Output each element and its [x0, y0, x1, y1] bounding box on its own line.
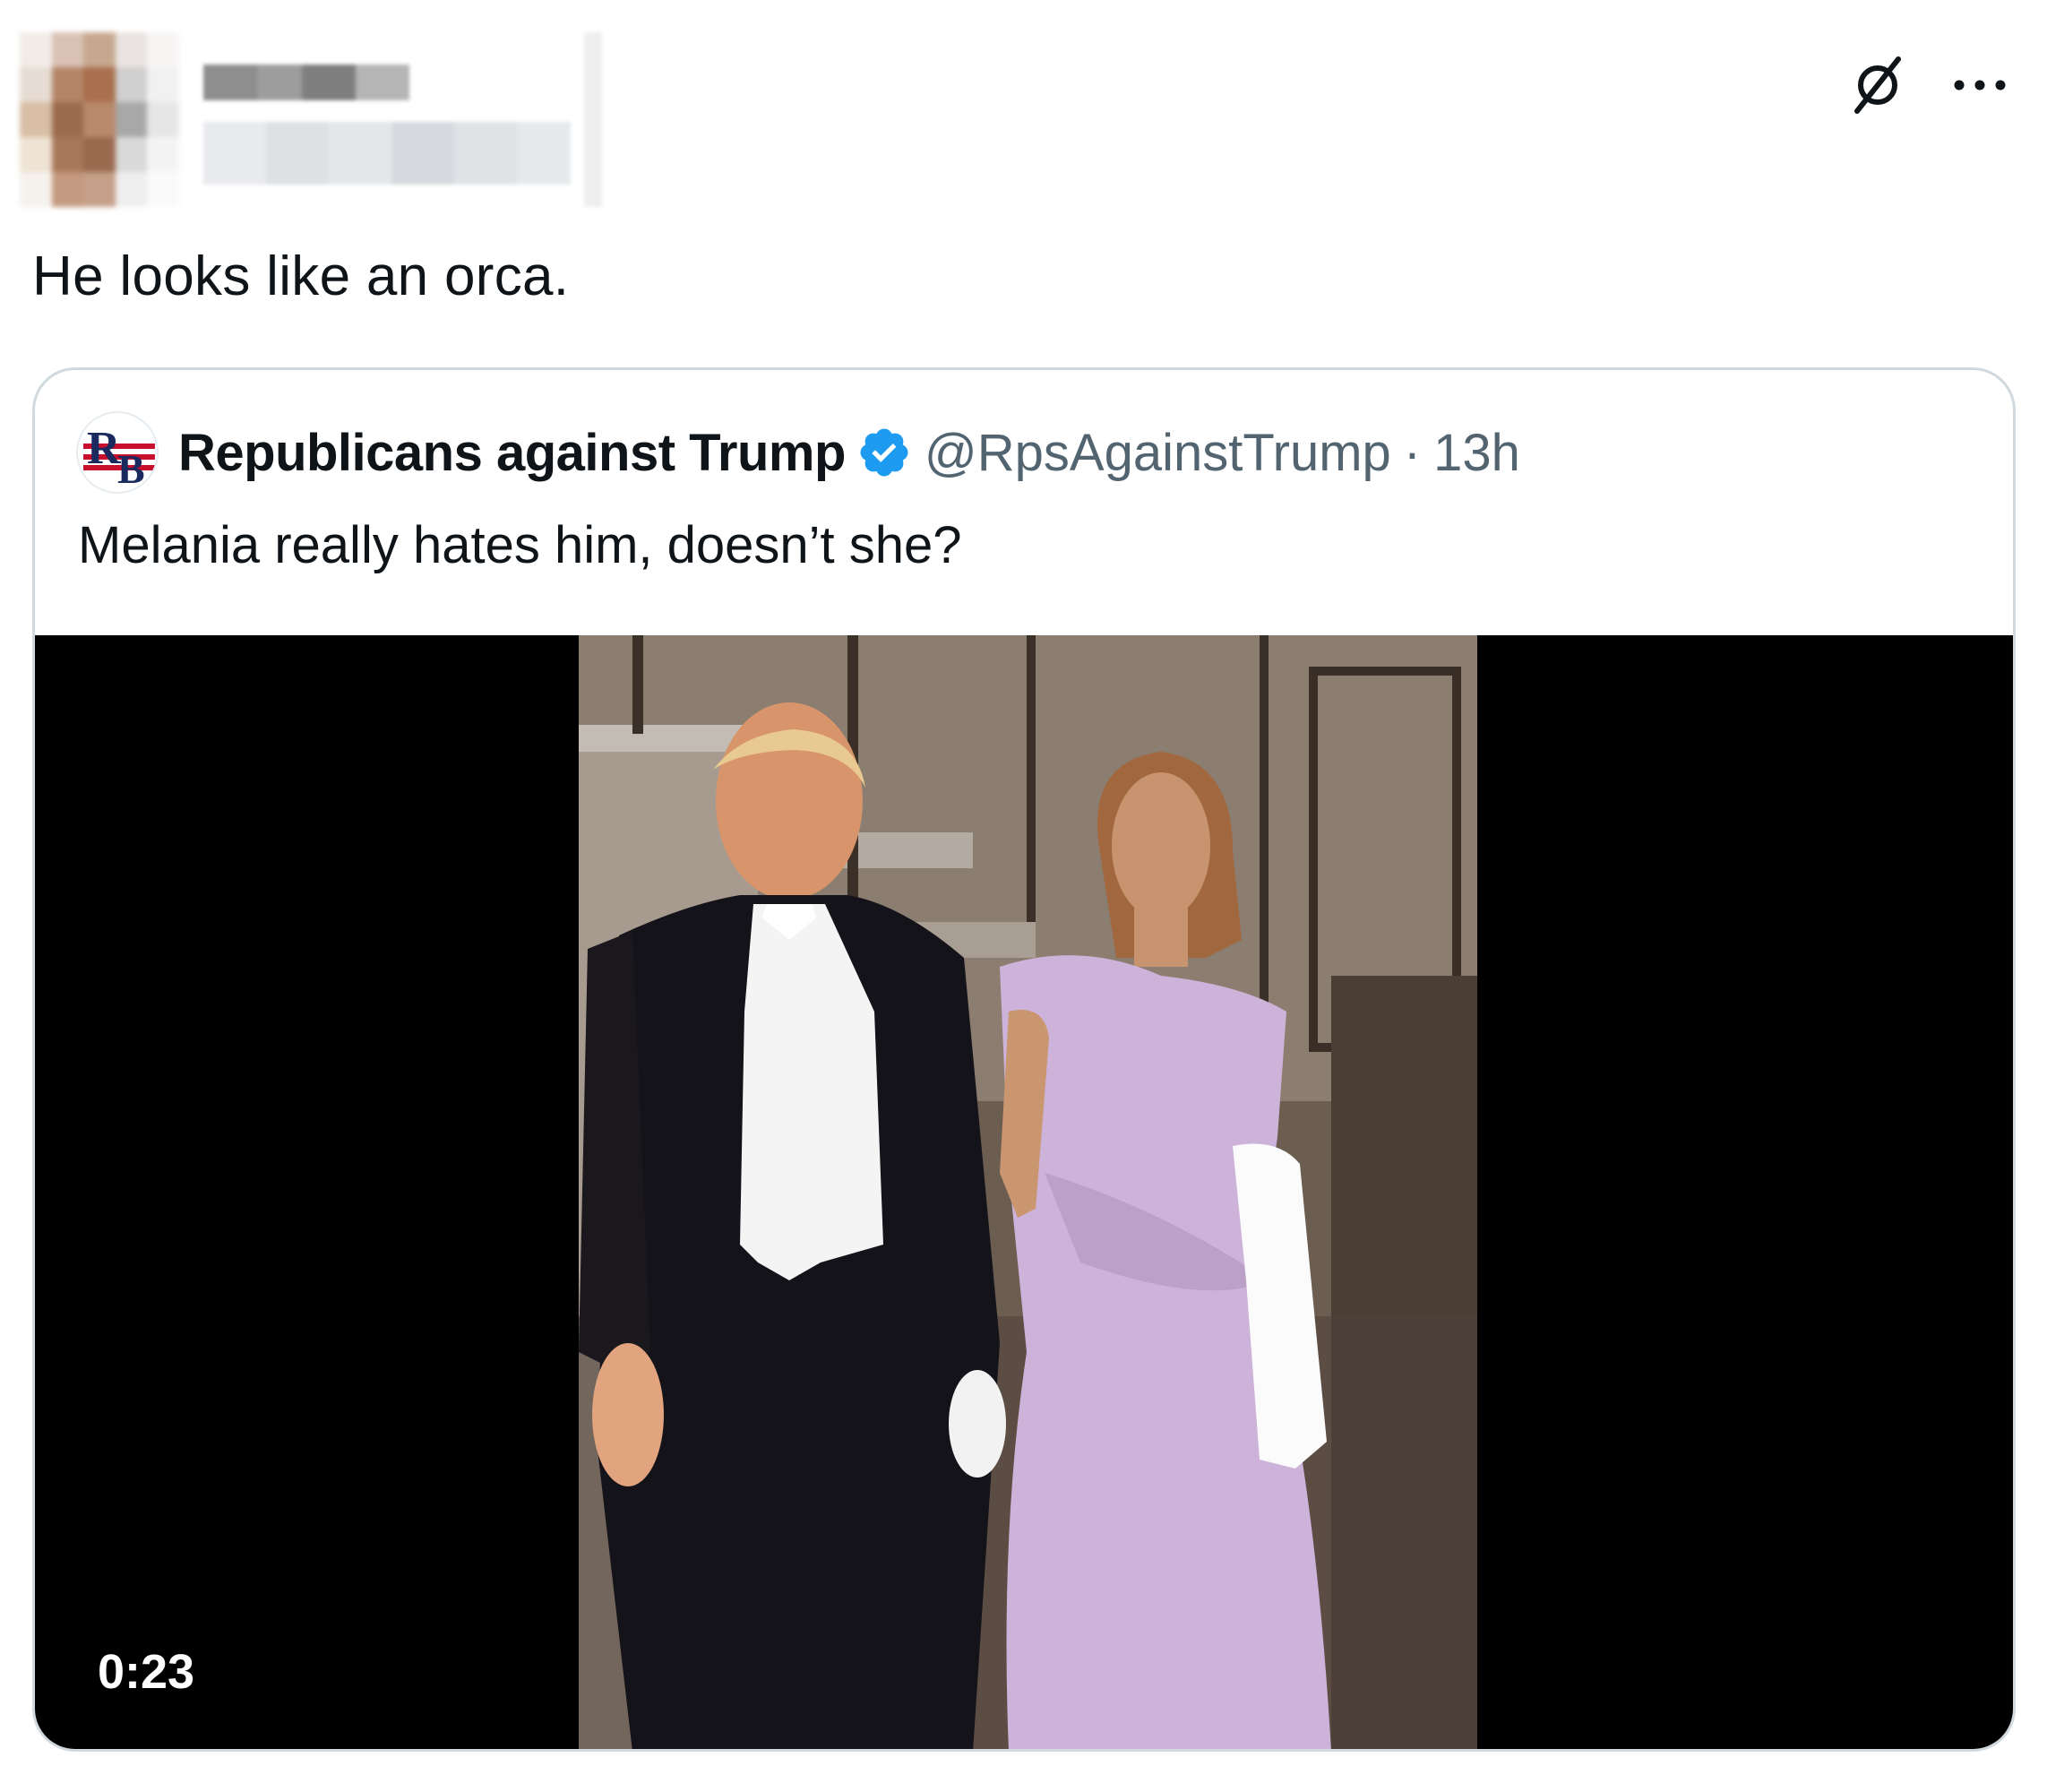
author-name-redacted[interactable]	[203, 32, 602, 207]
video-duration-badge: 0:23	[98, 1645, 195, 1699]
quoted-author-name[interactable]: Republicans against Trump	[178, 423, 846, 483]
rb-logo-glyph: R B	[83, 423, 155, 492]
quoted-post-header: R B Republicans against Trump @RpsAgains…	[76, 411, 1520, 494]
post-header-actions	[1846, 54, 2011, 116]
rb-logo-icon[interactable]: R B	[76, 411, 159, 494]
post-text: He looks like an orca.	[32, 246, 570, 307]
verified-badge-icon	[860, 428, 908, 477]
more-options-icon[interactable]	[1948, 54, 2011, 116]
post: He looks like an orca. R B Republicans a…	[0, 0, 2047, 1792]
separator-dot: ·	[1403, 423, 1422, 482]
avatar[interactable]	[20, 32, 179, 207]
author-redacted	[20, 32, 602, 207]
quoted-post-time[interactable]: 13h	[1433, 423, 1520, 483]
video-player[interactable]: 0:23	[35, 635, 2013, 1749]
quoted-post-text: Melania really hates him, doesn’t she?	[78, 516, 962, 574]
svg-text:B: B	[117, 446, 145, 492]
quoted-author-handle[interactable]: @RpsAgainstTrump	[925, 423, 1391, 483]
more-dots	[1954, 80, 2006, 90]
grok-icon-glyph	[1854, 56, 1901, 114]
grok-icon[interactable]	[1846, 54, 1909, 116]
video-still-image	[579, 635, 1477, 1749]
quoted-post-card[interactable]: R B Republicans against Trump @RpsAgains…	[32, 367, 2016, 1752]
video-frame	[579, 635, 1477, 1749]
